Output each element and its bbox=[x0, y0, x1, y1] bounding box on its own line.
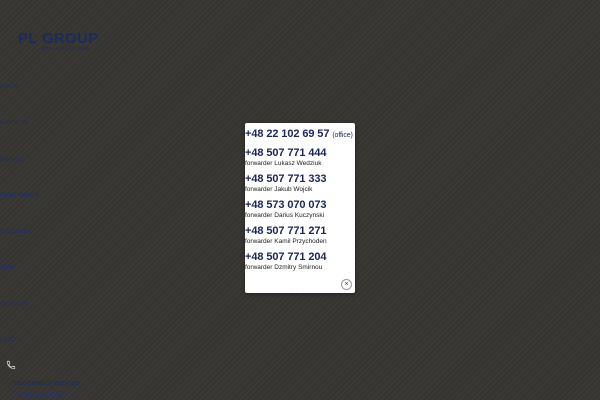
contact-name: forwarder Darius Kuczynski bbox=[245, 212, 325, 219]
contact-item[interactable]: +48 507 771 204 forwarder Dzmitry Smirno… bbox=[245, 251, 355, 272]
contact-item[interactable]: +48 507 771 333 forwarder Jakub Wojcik bbox=[245, 173, 355, 194]
contact-name: forwarder Kamil Przychoden bbox=[245, 238, 327, 245]
contact-note: (office) bbox=[332, 132, 353, 139]
contact-phone: +48 507 771 333 bbox=[245, 173, 327, 185]
contact-name: forwarder Jakub Wojcik bbox=[245, 186, 313, 193]
contacts-modal: +48 22 102 69 57 (office) +48 507 771 44… bbox=[245, 123, 355, 293]
contact-phone: +48 507 771 271 bbox=[245, 225, 327, 237]
contact-phone: +48 507 771 444 bbox=[245, 147, 327, 159]
contact-phone: +48 507 771 204 bbox=[245, 251, 327, 263]
contact-item[interactable]: +48 507 771 444 forwarder Lukasz Wedziuk bbox=[245, 147, 355, 168]
close-icon[interactable]: × bbox=[341, 279, 352, 290]
contact-item[interactable]: +48 507 771 271 forwarder Kamil Przychod… bbox=[245, 225, 355, 246]
contacts-list: +48 22 102 69 57 (office) +48 507 771 44… bbox=[245, 123, 355, 272]
contact-name: forwarder Dzmitry Smirnou bbox=[245, 264, 323, 271]
contact-name: forwarder Lukasz Wedziuk bbox=[245, 160, 322, 167]
contact-item[interactable]: +48 573 070 073 forwarder Darius Kuczyns… bbox=[245, 199, 355, 220]
contact-phone: +48 573 070 073 bbox=[245, 199, 327, 211]
contact-office[interactable]: +48 22 102 69 57 (office) bbox=[245, 128, 355, 142]
contact-phone: +48 22 102 69 57 (office) bbox=[245, 128, 353, 140]
